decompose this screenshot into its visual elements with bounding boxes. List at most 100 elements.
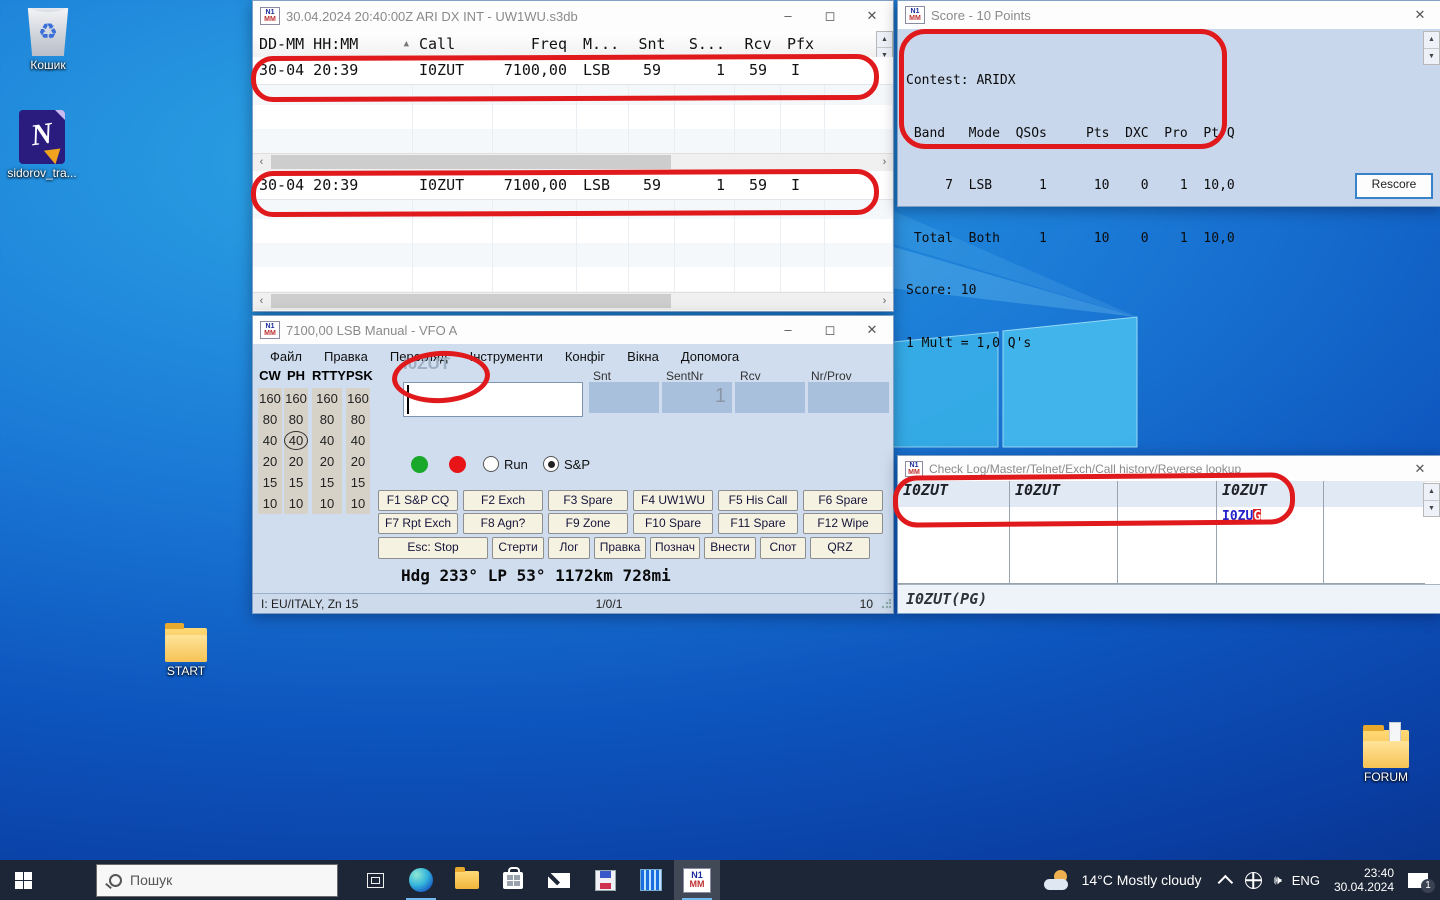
resize-grip[interactable] (881, 599, 891, 609)
taskbar-archive-app[interactable] (628, 860, 674, 900)
start-button[interactable] (0, 860, 46, 900)
snt-field[interactable] (589, 382, 659, 413)
band-button[interactable]: 20 (312, 451, 342, 472)
callsign-input[interactable] (403, 382, 583, 417)
menu-tools[interactable]: Інструменти (459, 346, 554, 367)
desktop-icon-sidorov-file[interactable]: N sidorov_tra... (0, 110, 84, 180)
log-button[interactable]: Лог (548, 537, 590, 559)
fkey-f9[interactable]: F9 Zone (548, 513, 628, 534)
mark-button[interactable]: Познач (650, 537, 700, 559)
language-indicator[interactable]: ENG (1292, 873, 1320, 888)
wipe-button[interactable]: Стерти (492, 537, 544, 559)
maximize-button[interactable]: ◻ (809, 317, 851, 343)
partial-match[interactable]: I0ZUG (1217, 509, 1323, 524)
fkey-f2[interactable]: F2 Exch (463, 490, 543, 511)
fkey-f1[interactable]: F1 S&P CQ (378, 490, 458, 511)
band-button[interactable]: 40 (258, 430, 282, 451)
fkey-f4[interactable]: F4 UW1WU (633, 490, 713, 511)
col-datetime[interactable]: DD-MM HH:MM ▲ (253, 31, 413, 57)
score-spinner[interactable]: ▲▼ (1423, 31, 1440, 65)
band-button[interactable]: 10 (258, 493, 282, 514)
desktop-icon-recycle-bin[interactable]: ♻ Кошик (6, 8, 90, 72)
run-radio[interactable]: Run (483, 456, 528, 472)
log-header-row[interactable]: DD-MM HH:MM ▲ Call Freq M... Snt S... Rc… (253, 31, 878, 58)
check-col-history[interactable]: I0ZUT I0ZUG (1217, 481, 1324, 583)
band-button[interactable]: 15 (258, 472, 282, 493)
band-button[interactable]: 160 (346, 388, 370, 409)
close-button[interactable]: ✕ (1399, 2, 1440, 28)
rcv-field[interactable] (735, 382, 805, 413)
band-button[interactable]: 15 (346, 472, 370, 493)
taskbar-explorer[interactable] (444, 860, 490, 900)
taskbar-mail[interactable] (536, 860, 582, 900)
taskbar-n1mm[interactable]: N1MM (674, 860, 720, 900)
log-hscrollbar-top[interactable]: ‹› (253, 153, 893, 171)
fkey-f3[interactable]: F3 Spare (548, 490, 628, 511)
menu-windows[interactable]: Вікна (616, 346, 670, 367)
menu-file[interactable]: Файл (259, 346, 313, 367)
score-titlebar[interactable]: N1MM Score - 10 Points ✕ (898, 1, 1440, 30)
log-row-pane2[interactable]: 30-04 20:39 I0ZUT 7100,00 LSB 59 1 59 I (253, 172, 893, 200)
log-titlebar[interactable]: N1MM 30.04.2024 20:40:00Z ARI DX INT - U… (253, 1, 893, 32)
nrprov-field[interactable] (808, 382, 889, 413)
band-button[interactable]: 15 (284, 472, 308, 493)
col-s[interactable]: S... (675, 31, 735, 57)
band-button[interactable]: 40 (346, 430, 370, 451)
taskbar-floppy-app[interactable] (582, 860, 628, 900)
clock[interactable]: 23:40 30.04.2024 (1334, 866, 1394, 894)
close-button[interactable]: ✕ (851, 3, 893, 29)
menu-config[interactable]: Конфіг (554, 346, 616, 367)
entry-titlebar[interactable]: N1MM 7100,00 LSB Manual - VFO A – ◻ ✕ (253, 316, 893, 345)
sp-radio[interactable]: S&P (543, 456, 590, 472)
speaker-icon[interactable]: 🕪 (1274, 872, 1282, 888)
check-titlebar[interactable]: N1MM Check Log/Master/Telnet/Exch/Call h… (898, 456, 1440, 482)
sentnr-field[interactable]: 1 (662, 382, 732, 413)
band-button[interactable]: 160 (258, 388, 282, 409)
band-button[interactable]: 160 (284, 388, 308, 409)
band-button[interactable]: 80 (258, 409, 282, 430)
taskbar-edge[interactable] (398, 860, 444, 900)
fkey-f10[interactable]: F10 Spare (633, 513, 713, 534)
band-button-selected[interactable]: 40 (284, 431, 308, 450)
col-freq[interactable]: Freq (493, 31, 577, 57)
col-pfx[interactable]: Pfx (781, 31, 825, 57)
band-button[interactable]: 20 (258, 451, 282, 472)
col-call[interactable]: Call (413, 31, 493, 57)
log-hscrollbar-bottom[interactable]: ‹› (253, 292, 893, 310)
spot-button[interactable]: Спот (760, 537, 806, 559)
network-icon[interactable] (1245, 872, 1262, 889)
esc-stop-button[interactable]: Esc: Stop (378, 537, 488, 559)
taskbar-store[interactable] (490, 860, 536, 900)
check-col-reverse[interactable] (1324, 481, 1425, 583)
band-button[interactable]: 10 (312, 493, 342, 514)
band-button[interactable]: 15 (312, 472, 342, 493)
desktop-icon-start-folder[interactable]: START (144, 628, 228, 678)
band-button[interactable]: 10 (346, 493, 370, 514)
qrz-button[interactable]: QRZ (810, 537, 870, 559)
log-row[interactable]: 30-04 20:39 I0ZUT 7100,00 LSB 59 1 59 I (253, 57, 893, 85)
band-button[interactable]: 80 (312, 409, 342, 430)
weather-text[interactable]: 14°C Mostly cloudy (1082, 872, 1202, 888)
check-col-log[interactable]: I0ZUT (898, 481, 1010, 583)
desktop-icon-forum-folder[interactable]: FORUM (1344, 730, 1428, 784)
rescore-button[interactable]: Rescore (1355, 173, 1433, 199)
fkey-f7[interactable]: F7 Rpt Exch (378, 513, 458, 534)
minimize-button[interactable]: – (767, 317, 809, 343)
band-button[interactable]: 160 (312, 388, 342, 409)
check-col-telnet[interactable] (1118, 481, 1217, 583)
col-mode[interactable]: M... (577, 31, 629, 57)
close-button[interactable]: ✕ (1399, 457, 1440, 480)
col-snt[interactable]: Snt (629, 31, 675, 57)
close-button[interactable]: ✕ (851, 317, 893, 343)
col-rcv[interactable]: Rcv (735, 31, 781, 57)
band-button[interactable]: 80 (346, 409, 370, 430)
fkey-f12[interactable]: F12 Wipe (803, 513, 883, 534)
band-button[interactable]: 20 (284, 451, 308, 472)
band-button[interactable]: 10 (284, 493, 308, 514)
edit-button[interactable]: Правка (594, 537, 646, 559)
fkey-f8[interactable]: F8 Agn? (463, 513, 543, 534)
minimize-button[interactable]: – (767, 3, 809, 29)
band-button[interactable]: 40 (312, 430, 342, 451)
maximize-button[interactable]: ◻ (809, 3, 851, 29)
task-view-button[interactable] (352, 860, 398, 900)
